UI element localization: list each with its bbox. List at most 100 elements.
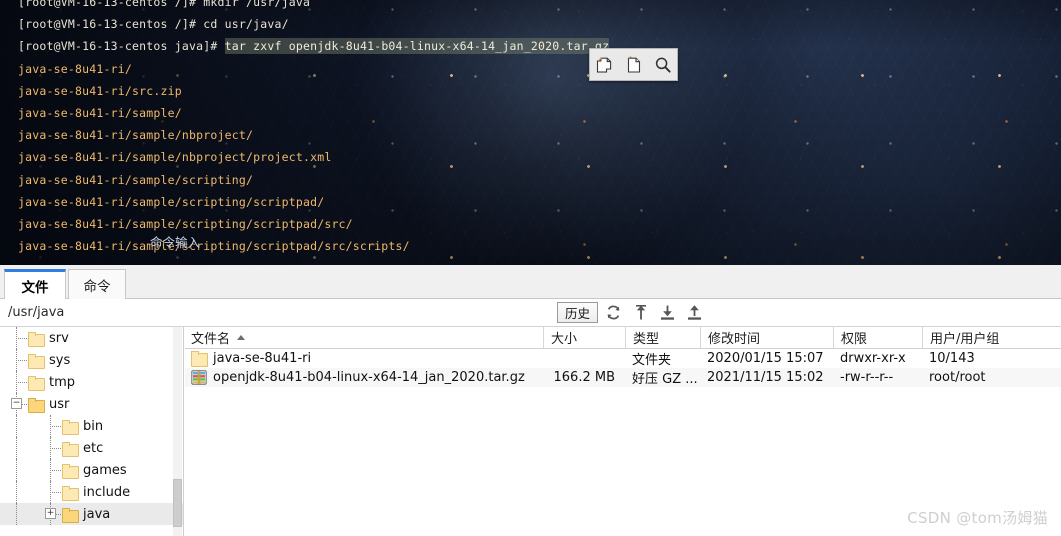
folder-icon	[62, 419, 79, 435]
download-icon[interactable]	[658, 302, 677, 322]
terminal-output-text: java-se-8u41-ri/sample/scripting/scriptp…	[18, 239, 410, 254]
tree-guide	[16, 415, 17, 437]
search-icon[interactable]	[650, 52, 676, 78]
column-header-type[interactable]: 类型	[625, 327, 700, 348]
column-header-label: 类型	[633, 332, 660, 347]
file-list-header: 文件名 大小 类型 修改时间 权限 用户/用户组	[185, 327, 1061, 349]
tree-guide	[16, 481, 17, 503]
history-button-label: 历史	[564, 306, 590, 321]
column-header-perm[interactable]: 权限	[833, 327, 922, 348]
file-list-panel[interactable]: 文件名 大小 类型 修改时间 权限 用户/用户组 java-se-8u41-ri 文件夹 20…	[185, 327, 1061, 536]
tab-file[interactable]: 文件	[4, 269, 66, 300]
file-cell-name: java-se-8u41-ri	[191, 349, 549, 368]
tree-item-usr[interactable]: − usr	[0, 393, 183, 415]
tree-item-label: srv	[49, 330, 69, 346]
tree-scrollbar[interactable]	[173, 327, 182, 536]
column-header-label: 权限	[841, 332, 868, 347]
tree-item-label: usr	[49, 396, 70, 412]
refresh-icon[interactable]	[604, 302, 623, 322]
folder-icon	[62, 441, 79, 457]
terminal-line: [root@VM-16-13-centos java]# tar zxvf op…	[0, 35, 1061, 57]
upload-icon[interactable]	[685, 302, 704, 322]
tree-guide	[16, 338, 27, 339]
history-button[interactable]: 历史	[557, 302, 598, 323]
file-row[interactable]: openjdk-8u41-b04-linux-x64-14_jan_2020.t…	[185, 368, 1061, 387]
archive-icon	[191, 370, 207, 385]
tree-item-label: bin	[83, 418, 104, 434]
tree-guide	[50, 426, 61, 427]
terminal-output-text: java-se-8u41-ri/sample/scripting/scriptp…	[18, 216, 353, 231]
path-bar: 历史	[0, 299, 1061, 327]
tree-guide	[50, 492, 61, 493]
folder-icon	[28, 397, 45, 413]
terminal-line: [root@VM-16-13-centos /]# mkdir /usr/jav…	[0, 0, 1061, 13]
tree-scrollbar-thumb[interactable]	[173, 479, 182, 527]
terminal-output-text: java-se-8u41-ri/sample/	[18, 105, 182, 120]
folder-icon	[28, 375, 45, 391]
column-header-name[interactable]: 文件名	[185, 327, 543, 348]
file-cell-size	[543, 349, 615, 368]
column-header-owner[interactable]: 用户/用户组	[922, 327, 1061, 348]
file-cell-perm: drwxr-xr-x	[840, 349, 929, 368]
column-header-size[interactable]: 大小	[543, 327, 625, 348]
tree-item-sys[interactable]: sys	[0, 349, 183, 371]
directory-tree[interactable]: srv sys tmp − usr bin etc games include + java	[0, 327, 184, 536]
folder-icon	[62, 485, 79, 501]
terminal-floating-toolbar[interactable]	[589, 48, 678, 81]
column-header-mtime[interactable]: 修改时间	[700, 327, 833, 348]
folder-icon	[28, 353, 45, 369]
tree-guide	[16, 360, 27, 361]
file-cell-mtime: 2020/01/15 15:07	[707, 349, 840, 368]
tab-command-label: 命令	[83, 278, 111, 295]
terminal-prompt: [root@VM-16-13-centos /]#	[18, 17, 204, 32]
path-toolbar	[604, 302, 704, 322]
folder-icon	[28, 331, 45, 347]
tree-guide	[50, 448, 61, 449]
terminal-panel[interactable]: [root@VM-16-13-centos /]# mkdir /usr/jav…	[0, 0, 1061, 265]
file-perm-text: drwxr-xr-x	[840, 351, 906, 366]
terminal-line: java-se-8u41-ri/sample/scripting/scriptp…	[0, 191, 1061, 213]
file-owner-text: root/root	[929, 370, 986, 385]
tree-guide	[16, 382, 27, 383]
tree-guide	[50, 470, 61, 471]
file-type-text: 好压 GZ ...	[632, 372, 698, 387]
tree-item-games[interactable]: games	[0, 459, 183, 481]
tab-command[interactable]: 命令	[68, 269, 126, 299]
tree-collapse-icon[interactable]: −	[11, 398, 22, 409]
tree-item-include[interactable]: include	[0, 481, 183, 503]
tree-item-label: etc	[83, 440, 104, 456]
terminal-output: [root@VM-16-13-centos /]# mkdir /usr/jav…	[0, 0, 1061, 257]
file-mtime-text: 2021/11/15 15:02	[707, 370, 824, 385]
column-header-label: 文件名	[191, 332, 231, 347]
terminal-output-text: java-se-8u41-ri/sample/scripting/	[18, 172, 254, 187]
file-cell-type: 好压 GZ ...	[632, 368, 707, 387]
file-type-text: 文件夹	[632, 353, 672, 368]
tree-expand-icon[interactable]: +	[45, 508, 56, 519]
file-row[interactable]: java-se-8u41-ri 文件夹 2020/01/15 15:07 drwxr-…	[185, 349, 1061, 368]
command-input-hint: 命令输入	[150, 235, 201, 250]
paste-icon[interactable]	[621, 52, 647, 78]
copy-icon[interactable]	[592, 52, 618, 78]
tree-guide	[16, 459, 17, 481]
terminal-output-text: java-se-8u41-ri/src.zip	[18, 83, 182, 98]
tree-item-java[interactable]: + java	[0, 503, 183, 525]
tree-item-label: java	[83, 506, 111, 522]
file-cell-type: 文件夹	[632, 349, 707, 368]
path-input[interactable]	[0, 299, 1061, 326]
terminal-command: mkdir /usr/java	[203, 0, 311, 9]
folder-icon	[62, 507, 79, 523]
tree-item-bin[interactable]: bin	[0, 415, 183, 437]
file-mtime-text: 2020/01/15 15:07	[707, 351, 824, 366]
file-list-body[interactable]: java-se-8u41-ri 文件夹 2020/01/15 15:07 drwxr-…	[185, 349, 1061, 387]
terminal-line: java-se-8u41-ri/sample/nbproject/	[0, 124, 1061, 146]
file-cell-owner: 10/143	[929, 349, 1061, 368]
tab-bar: 文件 命令	[0, 265, 1061, 300]
terminal-output-text: java-se-8u41-ri/sample/nbproject/project…	[18, 150, 332, 165]
tree-item-label: tmp	[49, 374, 76, 390]
tree-item-tmp[interactable]: tmp	[0, 371, 183, 393]
tree-item-etc[interactable]: etc	[0, 437, 183, 459]
tree-item-srv[interactable]: srv	[0, 327, 183, 349]
terminal-prompt: [root@VM-16-13-centos java]#	[18, 39, 225, 54]
tab-file-label: 文件	[21, 280, 49, 296]
up-level-icon[interactable]	[631, 302, 650, 322]
